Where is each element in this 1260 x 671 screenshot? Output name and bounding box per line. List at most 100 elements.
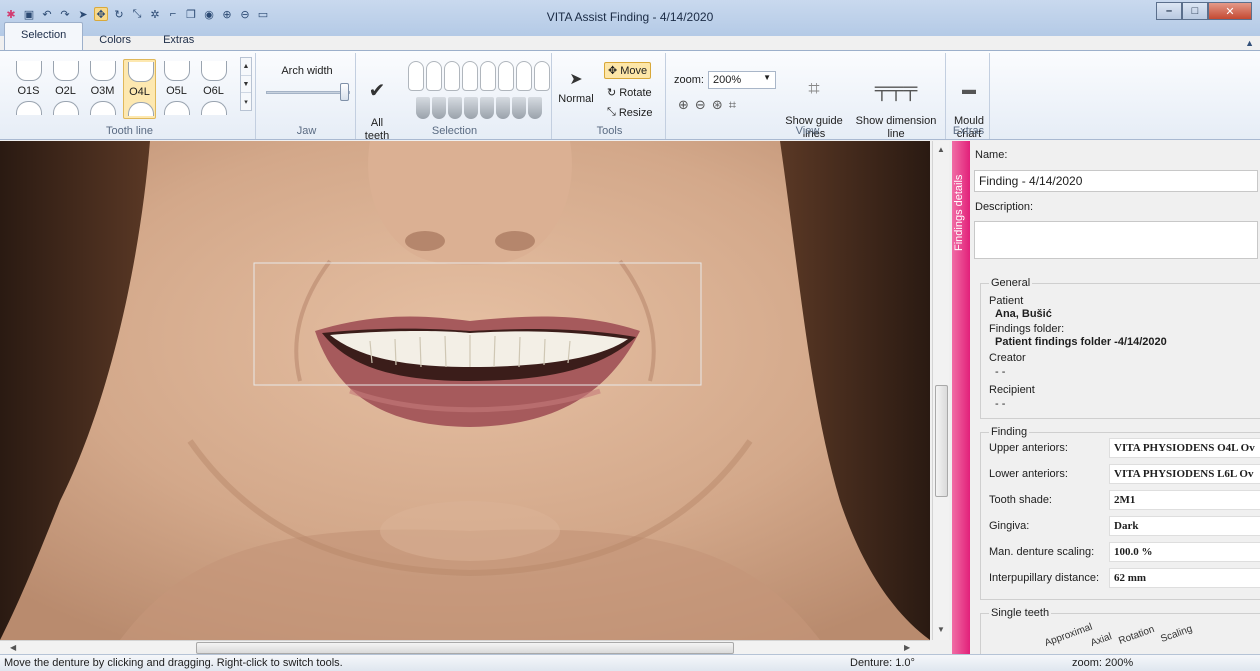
patient-label: Patient <box>989 295 1024 307</box>
gingiva-value[interactable]: Dark <box>1109 516 1260 536</box>
scroll-left-icon[interactable]: ◀ <box>10 643 16 652</box>
group-label: View <box>795 125 820 137</box>
tooth-line-item[interactable]: O2L <box>49 59 82 119</box>
checkmark-icon: ✔ <box>368 80 386 102</box>
close-button[interactable]: ✕ <box>1208 2 1252 20</box>
creator-value: - - <box>995 366 1006 378</box>
general-section: General Patient Ana, Bušić Findings fold… <box>980 277 1260 419</box>
lower-teeth-selector[interactable] <box>416 97 542 119</box>
tooth-line-item-selected[interactable]: O4L <box>123 59 156 119</box>
tooth-line-code: O2L <box>55 85 76 97</box>
gallery-more-icon[interactable]: ▾ <box>241 93 251 110</box>
rotate-label: Rotate <box>619 86 652 99</box>
patient-photo <box>0 141 930 640</box>
group-label: Extras <box>952 125 985 137</box>
horizontal-scroll-thumb[interactable] <box>196 642 734 654</box>
tooth-line-code: O6L <box>203 85 224 97</box>
upper-anteriors-label: Upper anteriors: <box>989 442 1068 454</box>
zoom-actual-icon[interactable]: ⊛ <box>712 97 723 113</box>
status-hint: Move the denture by clicking and draggin… <box>4 657 343 669</box>
description-label: Description: <box>975 201 1034 213</box>
status-zoom: zoom: 200% <box>1072 657 1134 669</box>
move-icon: ✥ <box>608 65 618 77</box>
general-legend: General <box>989 277 1033 289</box>
group-label: Jaw <box>296 125 317 137</box>
pointer-icon: ➤ <box>569 71 583 88</box>
zoom-buttons: ⊕ ⊖ ⊛ ⌗ <box>678 97 736 113</box>
upper-teeth-selector[interactable] <box>408 61 550 91</box>
zoom-value: 200% <box>713 74 742 86</box>
zoom-dropdown[interactable]: 200% ▼ <box>708 71 776 89</box>
arch-width-label: Arch width <box>281 65 333 77</box>
tab-colors[interactable]: Colors <box>83 28 147 50</box>
gallery-down-icon[interactable]: ▼ <box>241 76 251 94</box>
tab-extras[interactable]: Extras <box>147 28 210 50</box>
scroll-up-icon[interactable]: ▲ <box>937 145 945 154</box>
lower-anteriors-value[interactable]: VITA PHYSIODENS L6L Ov <box>1109 464 1260 484</box>
photo-canvas[interactable] <box>0 141 930 640</box>
denture-scaling-value[interactable]: 100.0 % <box>1109 542 1260 562</box>
move-tool-button[interactable]: ✥ Move <box>604 62 652 79</box>
zoom-out-icon[interactable]: ⊖ <box>695 97 706 113</box>
tooth-line-item[interactable]: O5L <box>160 59 193 119</box>
window-controls: – □ ✕ <box>1156 2 1252 20</box>
vertical-scrollbar[interactable]: ▲ ▼ <box>932 141 949 640</box>
move-label: Move <box>620 64 648 77</box>
group-view: zoom: 200% ▼ ⊕ ⊖ ⊛ ⌗ ⌗ Show guide lines … <box>670 53 946 140</box>
findings-details-label: Findings details <box>953 174 965 251</box>
resize-label: Resize <box>618 106 653 119</box>
interpupillary-distance-value[interactable]: 62 mm <box>1109 568 1260 588</box>
findings-folder-label: Findings folder: <box>989 323 1065 335</box>
tooth-shade-value[interactable]: 2M1 <box>1109 490 1260 510</box>
rotate-tool-button[interactable]: ↻ Rotate <box>604 85 655 100</box>
upper-anteriors-value[interactable]: VITA PHYSIODENS O4L Ov <box>1109 438 1260 458</box>
name-field[interactable]: Finding - 4/14/2020 <box>974 170 1258 192</box>
zoom-in-icon[interactable]: ⊕ <box>678 97 689 113</box>
tooth-line-item[interactable]: O1S <box>12 59 45 119</box>
horizontal-scrollbar[interactable]: ◀ ▶ <box>0 640 930 654</box>
minimize-button[interactable]: – <box>1156 2 1182 20</box>
denture-scaling-label: Man. denture scaling: <box>989 546 1095 558</box>
recipient-label: Recipient <box>989 384 1035 396</box>
resize-tool-button[interactable]: ⤡ Resize <box>604 105 655 120</box>
scroll-right-icon[interactable]: ▶ <box>904 643 910 652</box>
gallery-scroll: ▲ ▼ ▾ <box>240 57 252 111</box>
gallery-up-icon[interactable]: ▲ <box>241 58 251 76</box>
gingiva-label: Gingiva: <box>989 520 1030 532</box>
arch-width-slider[interactable] <box>266 91 350 94</box>
findings-details-tab[interactable]: Findings details <box>952 141 970 654</box>
description-field[interactable] <box>974 221 1258 259</box>
group-label: Tools <box>596 125 623 137</box>
tab-selection[interactable]: Selection <box>4 22 84 50</box>
status-denture: Denture: 1.0° <box>850 657 915 669</box>
tooth-line-item[interactable]: O3M <box>86 59 119 119</box>
arch-width-slider-thumb[interactable] <box>340 83 349 101</box>
column-approximal: Approximal <box>1043 621 1095 649</box>
scroll-down-icon[interactable]: ▼ <box>937 625 945 634</box>
group-extras: ▬ Mould chart Extras <box>948 53 990 140</box>
tooth-line-code: O4L <box>129 86 150 98</box>
column-axial: Axial <box>1089 631 1114 649</box>
ribbon-tabs: Selection Colors Extras <box>4 22 210 50</box>
vertical-scroll-thumb[interactable] <box>935 385 948 497</box>
group-jaw: Arch width Jaw <box>258 53 356 139</box>
column-rotation: Rotation <box>1117 623 1157 647</box>
tooth-line-code: O5L <box>166 85 187 97</box>
single-teeth-legend: Single teeth <box>989 607 1052 619</box>
tooth-line-item[interactable]: O6L <box>197 59 230 119</box>
ribbon-collapse-icon[interactable]: ▲ <box>1245 38 1254 48</box>
normal-tool-button[interactable]: ➤ Normal <box>556 67 596 106</box>
zoom-label: zoom: <box>674 74 704 86</box>
finding-legend: Finding <box>989 426 1030 438</box>
rotate-icon: ↻ <box>607 87 617 99</box>
mould-chart-icon: ▬ <box>962 81 976 97</box>
creator-label: Creator <box>989 352 1026 364</box>
maximize-button[interactable]: □ <box>1182 2 1208 20</box>
group-label: Selection <box>431 125 478 137</box>
tooth-line-code: O1S <box>17 85 40 97</box>
ruler-icon: ╤╤╤ <box>874 78 918 100</box>
tooth-line-code: O3M <box>90 85 115 97</box>
zoom-fit-icon[interactable]: ⌗ <box>729 97 736 113</box>
group-tools: ➤ Normal ✥ Move ↻ Rotate ⤡ Resize Tools <box>554 53 666 139</box>
findings-details-panel: Name: Finding - 4/14/2020 Description: G… <box>970 141 1260 654</box>
